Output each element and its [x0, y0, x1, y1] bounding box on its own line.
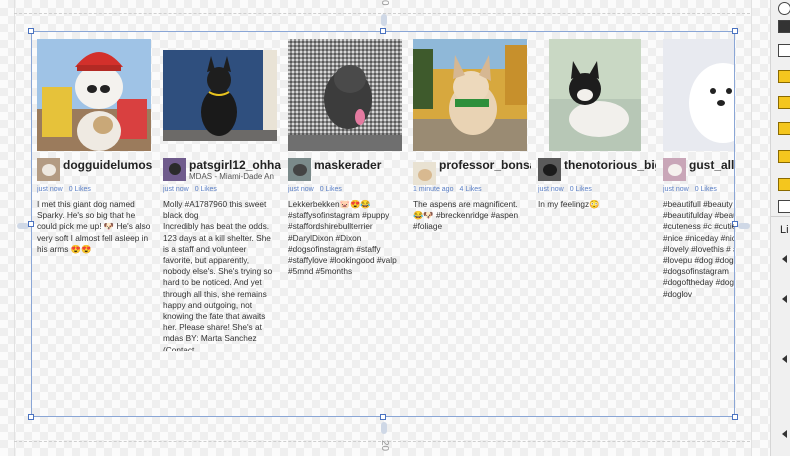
- feed-post[interactable]: professor_bonsai 1 minute ago 4 Likes The…: [413, 39, 531, 371]
- post-username[interactable]: patsgirl12_ohhail: [189, 158, 281, 172]
- post-likes[interactable]: 0 Likes: [195, 186, 217, 193]
- post-meta: 1 minute ago 4 Likes: [413, 186, 488, 193]
- resize-handle-top-left[interactable]: [28, 28, 34, 34]
- user-avatar[interactable]: [163, 158, 186, 181]
- instagram-feed: dogguidelumos just now 0 Likes I met this…: [37, 39, 734, 371]
- post-username[interactable]: dogguidelumos: [63, 158, 152, 172]
- panel-section-label: Li: [780, 224, 789, 236]
- post-time: just now: [163, 186, 189, 193]
- user-avatar[interactable]: [413, 162, 436, 185]
- grey-puppy-photo[interactable]: [288, 39, 402, 151]
- collapse-arrow-icon[interactable]: [782, 430, 787, 438]
- post-caption: In my feelingz😳: [538, 199, 600, 209]
- clock-tool-icon[interactable]: [778, 96, 790, 109]
- post-meta: just now 0 Likes: [163, 186, 223, 193]
- feed-post[interactable]: gust_allin just now 0 Likes #beautifull #…: [663, 39, 734, 371]
- post-time: just now: [37, 186, 63, 193]
- feed-post[interactable]: dogguidelumos just now 0 Likes I met this…: [37, 39, 155, 371]
- resize-handle-top-center[interactable]: [380, 28, 386, 34]
- resize-handle-top-right[interactable]: [732, 28, 738, 34]
- post-username[interactable]: thenotorious_big: [564, 158, 656, 172]
- collapse-arrow-icon[interactable]: [782, 295, 787, 303]
- list-tool-icon[interactable]: [778, 122, 790, 135]
- post-caption: The aspens are magnificent. 😂🐶 #breckenr…: [413, 199, 521, 232]
- collapse-arrow-icon[interactable]: [782, 255, 787, 263]
- calendar-tool-icon[interactable]: [778, 70, 790, 83]
- right-size-marker[interactable]: [738, 223, 750, 229]
- post-meta: just now 0 Likes: [663, 186, 723, 193]
- bottom-ruler-label: 20: [379, 440, 390, 452]
- french-bulldog-aspens-photo[interactable]: [413, 39, 527, 151]
- properties-panel: Li: [770, 0, 790, 456]
- post-meta: just now 0 Likes: [37, 186, 97, 193]
- post-meta: just now 0 Likes: [288, 186, 348, 193]
- post-time: just now: [538, 186, 564, 193]
- user-avatar[interactable]: [538, 158, 561, 181]
- image-tool-icon[interactable]: [778, 44, 790, 57]
- post-time: just now: [663, 186, 689, 193]
- post-caption: Molly #A1787960 this sweet black dog Inc…: [163, 199, 273, 351]
- bulldog-on-couch-photo[interactable]: [549, 39, 641, 151]
- post-username[interactable]: professor_bonsai: [439, 158, 531, 172]
- add-tool-icon[interactable]: [778, 200, 790, 213]
- dog-mascot-photo[interactable]: [37, 39, 151, 151]
- collapse-arrow-icon[interactable]: [782, 355, 787, 363]
- feed-post[interactable]: maskerader just now 0 Likes Lekkerbekken🐷…: [288, 39, 406, 371]
- table-tool-icon[interactable]: [778, 178, 790, 191]
- post-likes[interactable]: 0 Likes: [695, 186, 717, 193]
- post-caption: #beautifull #beauty #beautifulday #beau …: [663, 199, 734, 299]
- user-avatar[interactable]: [37, 158, 60, 181]
- black-dog-photo[interactable]: [163, 50, 277, 141]
- top-size-marker[interactable]: [381, 14, 387, 26]
- post-likes[interactable]: 0 Likes: [320, 186, 342, 193]
- contact-tool-icon[interactable]: [778, 20, 790, 33]
- post-caption: Lekkerbekken🐷😍😂 #staffysofinstagram #pup…: [288, 199, 400, 277]
- post-username[interactable]: maskerader: [314, 158, 381, 172]
- feed-post[interactable]: patsgirl12_ohhail MDAS - Miami-Dade An j…: [163, 39, 281, 371]
- resize-handle-bottom-center[interactable]: [380, 414, 386, 420]
- editor-canvas: 0 20 dogguidelumos just now 0 Likes I me…: [0, 0, 770, 456]
- top-ruler-label: 0: [379, 0, 390, 6]
- feed-post[interactable]: thenotorious_big just now 0 Likes In my f…: [538, 39, 656, 371]
- post-likes[interactable]: 0 Likes: [69, 186, 91, 193]
- post-likes[interactable]: 0 Likes: [570, 186, 592, 193]
- circle-tool-icon[interactable]: [778, 2, 790, 15]
- resize-handle-bottom-right[interactable]: [732, 414, 738, 420]
- post-meta: just now 0 Likes: [538, 186, 598, 193]
- post-caption: I met this giant dog named Sparky. He's …: [37, 199, 153, 254]
- bottom-size-marker[interactable]: [381, 422, 387, 434]
- post-time: 1 minute ago: [413, 186, 454, 193]
- post-location[interactable]: MDAS - Miami-Dade An: [189, 172, 274, 181]
- resize-handle-bottom-left[interactable]: [28, 414, 34, 420]
- user-avatar[interactable]: [288, 158, 311, 181]
- post-likes[interactable]: 4 Likes: [459, 186, 481, 193]
- grid-tool-icon[interactable]: [778, 150, 790, 163]
- resize-handle-middle-left[interactable]: [28, 221, 34, 227]
- post-time: just now: [288, 186, 314, 193]
- white-samoyed-photo[interactable]: [663, 39, 734, 151]
- user-avatar[interactable]: [663, 158, 686, 181]
- post-username[interactable]: gust_allin: [689, 158, 734, 172]
- panel-divider: [771, 216, 790, 217]
